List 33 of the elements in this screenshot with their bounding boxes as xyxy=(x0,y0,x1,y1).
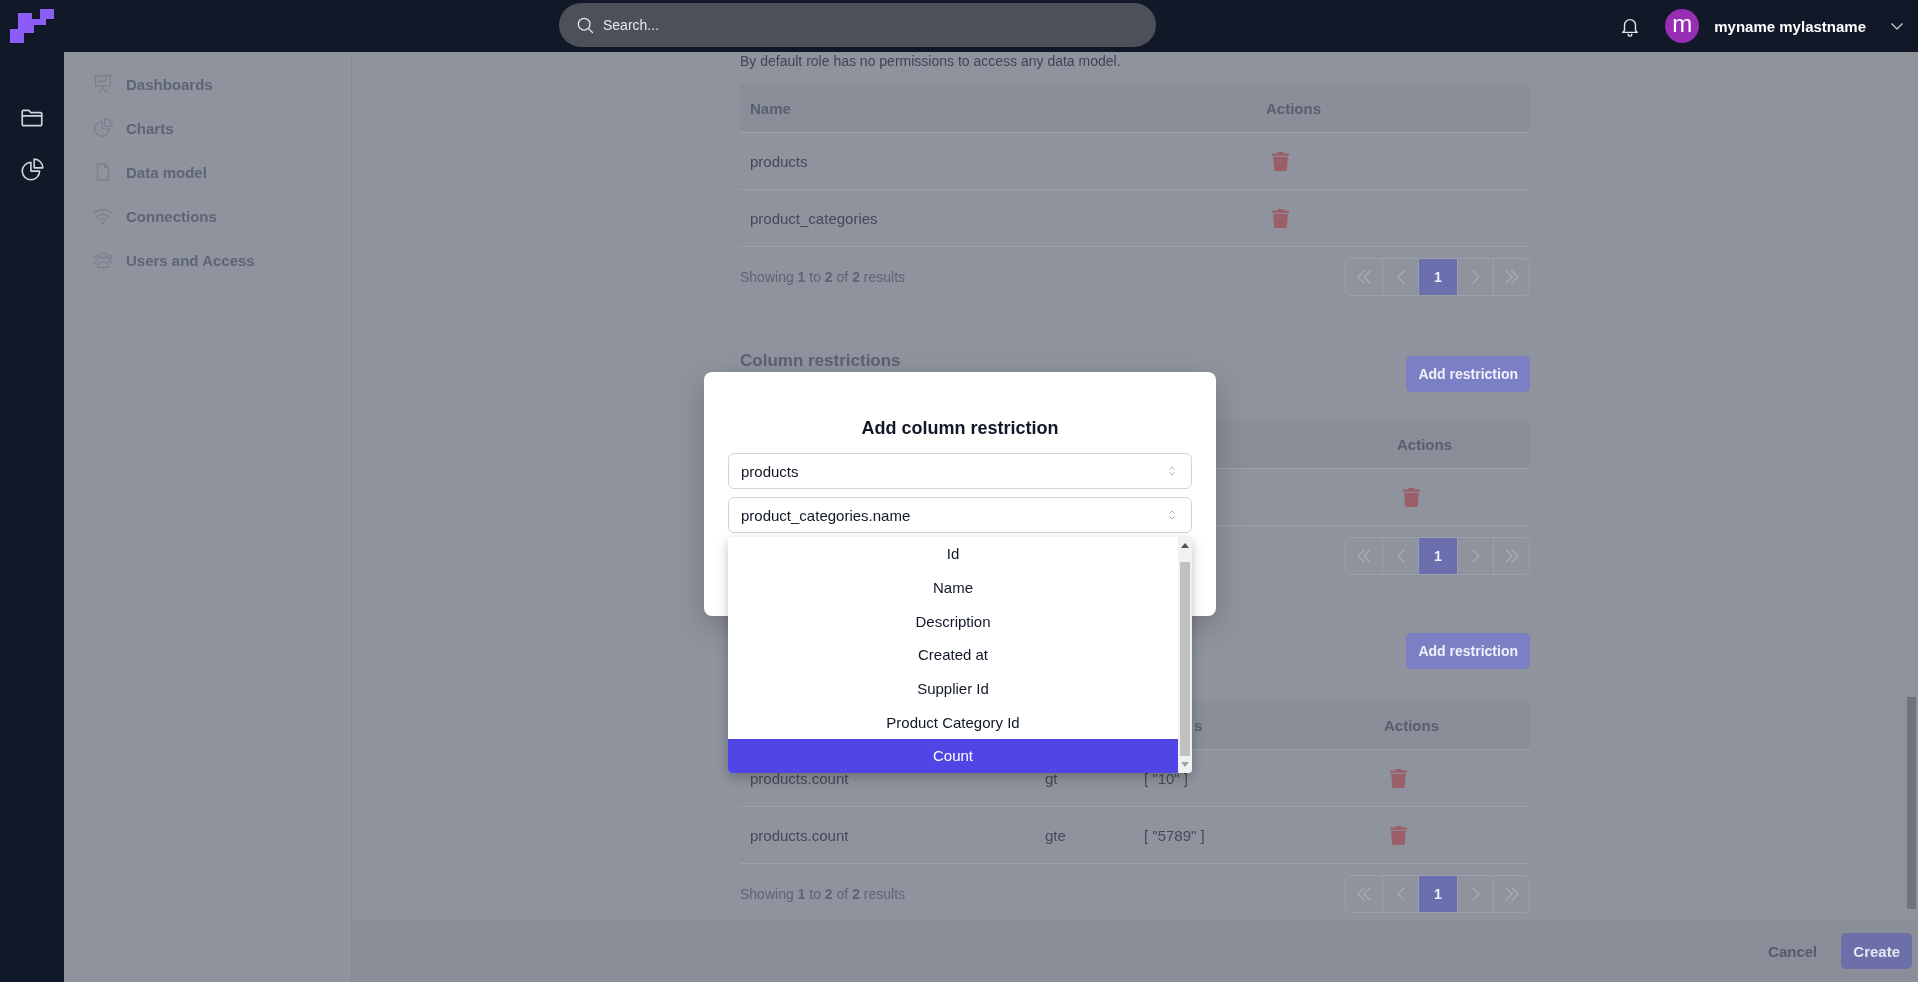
table-cell: products xyxy=(750,152,808,170)
logo-icon[interactable] xyxy=(10,9,54,43)
dropdown-option[interactable]: Created at xyxy=(728,638,1178,672)
user-avatar[interactable]: m xyxy=(1665,9,1700,43)
dropdown-option[interactable]: Id xyxy=(728,537,1178,571)
select-field[interactable]: product_categories.name xyxy=(728,497,1192,533)
scrollbar-drawing[interactable] xyxy=(1178,537,1192,773)
dropdown-option[interactable]: Name xyxy=(728,570,1178,605)
add-restriction-button[interactable]: Add restriction xyxy=(1406,633,1530,669)
dialog-title: Add column restriction xyxy=(860,417,1060,440)
table-cell: products.count xyxy=(750,826,849,844)
search-icon xyxy=(575,15,595,35)
create-button[interactable]: Create xyxy=(1841,933,1912,969)
dropdown-option[interactable]: Description xyxy=(728,604,1178,639)
pie-chart-icon[interactable] xyxy=(19,157,45,183)
trash-icon[interactable] xyxy=(1403,487,1420,507)
trash-icon[interactable] xyxy=(1272,208,1289,228)
search-field[interactable]: Search... xyxy=(559,3,1156,47)
page-button[interactable]: 1 xyxy=(1418,876,1457,912)
page-button[interactable]: 1 xyxy=(1418,538,1457,574)
user-name[interactable]: myname mylastname xyxy=(1714,17,1866,35)
table-cell: gte xyxy=(1045,826,1066,844)
trash-icon[interactable] xyxy=(1390,768,1407,788)
table-cell: product_categories xyxy=(750,209,878,227)
page-button[interactable]: 1 xyxy=(1418,259,1457,295)
dropdown-option[interactable]: Supplier Id xyxy=(728,671,1178,706)
dropdown-option[interactable]: Product Category Id xyxy=(728,705,1178,740)
trash-icon[interactable] xyxy=(1390,825,1407,845)
table-cell: [ "5789" ] xyxy=(1144,826,1205,844)
add-restriction-button[interactable]: Add restriction xyxy=(1406,356,1530,392)
dropdown-option[interactable]: Count xyxy=(728,739,1178,773)
select-field[interactable]: products xyxy=(728,453,1192,489)
trash-icon[interactable] xyxy=(1272,151,1289,171)
